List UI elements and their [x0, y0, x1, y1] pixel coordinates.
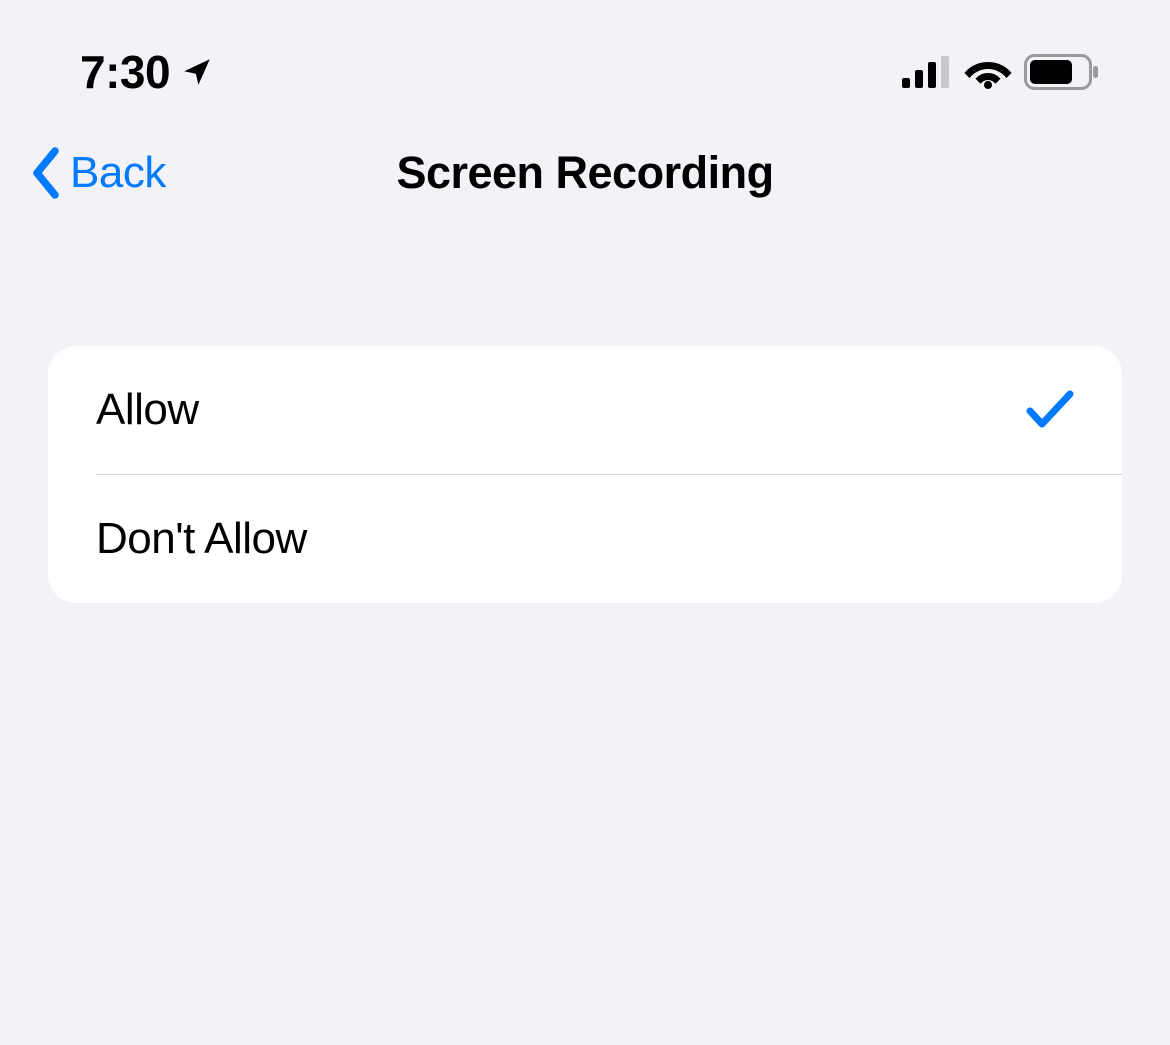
content: Allow Don't Allow	[0, 238, 1170, 603]
option-list: Allow Don't Allow	[48, 346, 1122, 603]
option-label: Don't Allow	[96, 514, 307, 564]
cellular-signal-icon	[902, 56, 952, 88]
status-right	[902, 54, 1100, 90]
checkmark-icon	[1026, 388, 1074, 432]
status-left: 7:30	[80, 45, 214, 99]
back-label: Back	[70, 148, 166, 198]
back-button[interactable]: Back	[22, 144, 166, 202]
page-title: Screen Recording	[396, 147, 773, 199]
option-label: Allow	[96, 385, 199, 435]
navigation-bar: Back Screen Recording	[0, 108, 1170, 238]
status-time: 7:30	[80, 45, 170, 99]
chevron-left-icon	[22, 144, 70, 202]
option-allow[interactable]: Allow	[48, 346, 1122, 474]
battery-icon	[1024, 54, 1100, 90]
wifi-icon	[964, 55, 1012, 89]
status-bar: 7:30	[0, 0, 1170, 108]
location-icon	[180, 55, 214, 89]
option-dont-allow[interactable]: Don't Allow	[48, 475, 1122, 603]
